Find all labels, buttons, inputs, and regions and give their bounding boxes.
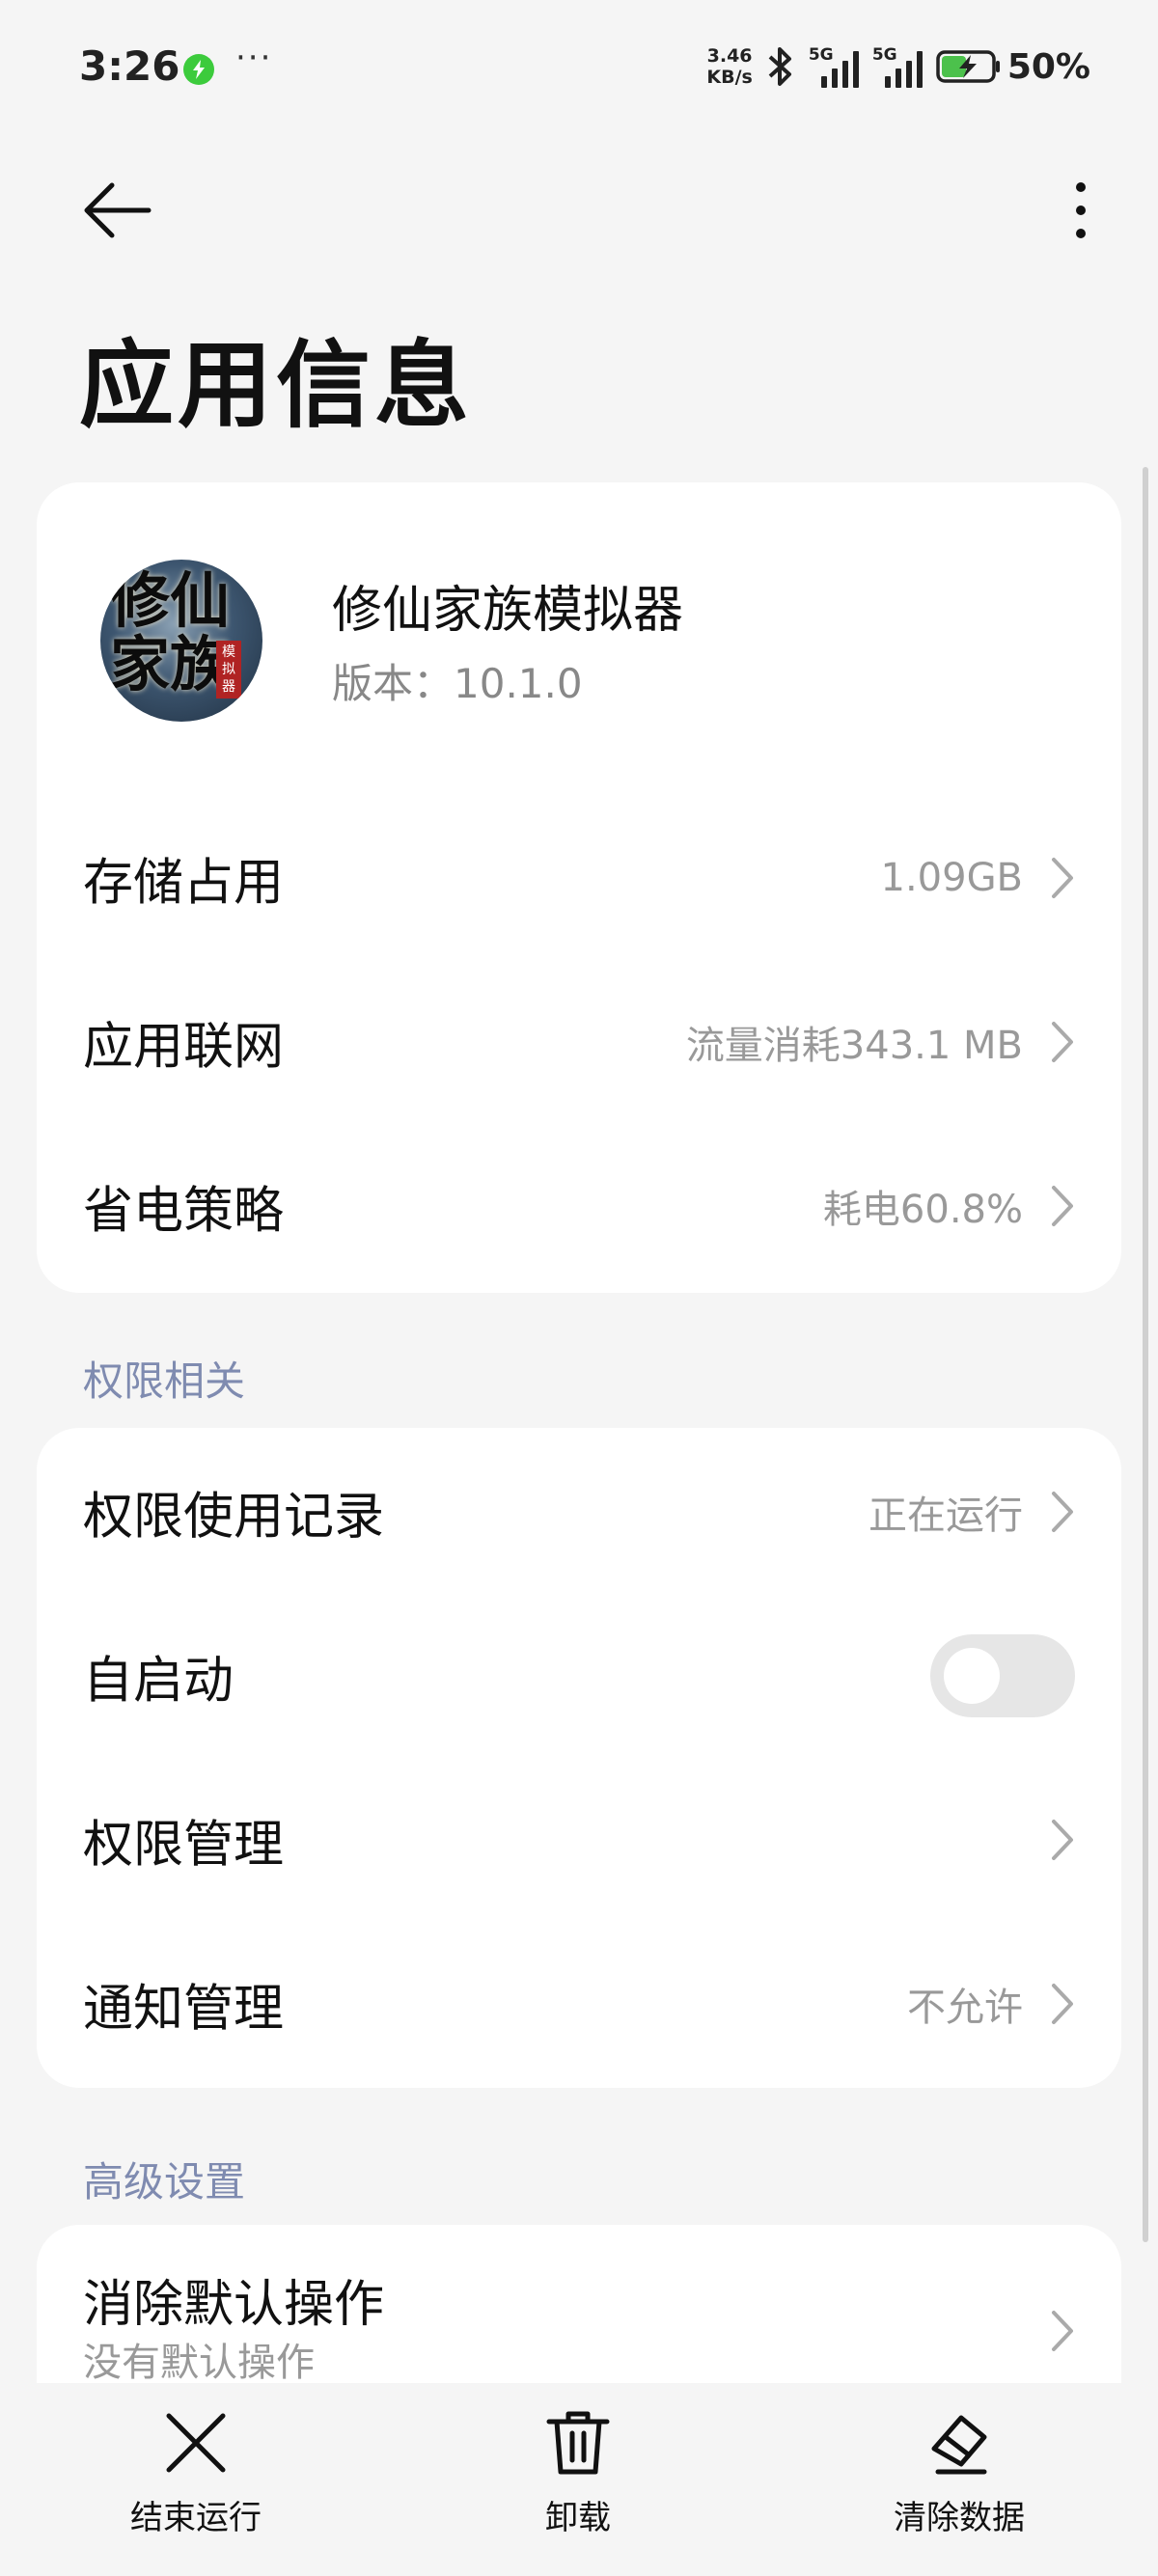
row-label: 省电策略 bbox=[83, 1182, 285, 1241]
trash-icon bbox=[546, 2411, 610, 2475]
network-speed-value: 3.46 bbox=[706, 45, 753, 67]
signal-icon: 5G bbox=[809, 45, 859, 88]
row-value: 耗电60.8% bbox=[822, 1188, 1023, 1232]
more-notifications-icon: ··· bbox=[235, 39, 273, 77]
app-header: 修仙家族 模拟器 修仙家族模拟器 版本：10.1.0 bbox=[37, 482, 1121, 801]
permission-management-row[interactable]: 权限管理 bbox=[37, 1758, 1121, 1922]
row-label: 权限使用记录 bbox=[83, 1488, 385, 1547]
app-version: 版本：10.1.0 bbox=[332, 660, 583, 707]
permission-usage-row[interactable]: 权限使用记录 正在运行 bbox=[37, 1430, 1121, 1594]
back-arrow-icon bbox=[84, 182, 152, 238]
autostart-toggle[interactable] bbox=[930, 1634, 1075, 1717]
status-bar: 3:26 ··· 3.46 KB/s 5G 5G 50% bbox=[0, 0, 1158, 145]
bluetooth-icon bbox=[768, 47, 791, 86]
status-time: 3:26 bbox=[79, 42, 180, 90]
clear-data-label: 清除数据 bbox=[894, 2499, 1025, 2537]
close-icon bbox=[166, 2413, 226, 2473]
notification-management-row[interactable]: 通知管理 不允许 bbox=[37, 1922, 1121, 2086]
autostart-row: 自启动 bbox=[37, 1594, 1121, 1758]
network-speed: 3.46 KB/s bbox=[706, 45, 752, 88]
page-title: 应用信息 bbox=[79, 331, 474, 441]
sim2-network-tag: 5G bbox=[871, 45, 897, 65]
back-button[interactable] bbox=[79, 179, 152, 241]
chevron-right-icon bbox=[1052, 1022, 1073, 1062]
row-label: 存储占用 bbox=[83, 854, 285, 913]
chevron-right-icon bbox=[1052, 858, 1073, 898]
row-value: 流量消耗343.1 MB bbox=[685, 1024, 1023, 1068]
status-icons: 3.46 KB/s 5G 5G 50% bbox=[706, 42, 1090, 91]
row-label: 自启动 bbox=[83, 1652, 234, 1711]
app-icon: 修仙家族 模拟器 bbox=[100, 560, 262, 722]
chevron-right-icon bbox=[1052, 1820, 1073, 1860]
eraser-icon bbox=[931, 2415, 987, 2475]
chevron-right-icon bbox=[1052, 1186, 1073, 1226]
clear-data-button[interactable]: 清除数据 bbox=[853, 2408, 1065, 2553]
charging-app-icon bbox=[183, 54, 214, 85]
chevron-right-icon bbox=[1052, 1984, 1073, 2024]
permissions-card: 权限使用记录 正在运行 自启动 权限管理 通知管理 不允许 bbox=[37, 1428, 1121, 2088]
more-vertical-icon bbox=[1076, 182, 1086, 238]
bottom-action-bar: 结束运行 卸载 清除数据 bbox=[0, 2383, 1158, 2576]
more-options-button[interactable] bbox=[1062, 179, 1100, 241]
chevron-right-icon bbox=[1052, 1492, 1073, 1532]
uninstall-button[interactable]: 卸载 bbox=[472, 2408, 684, 2553]
app-icon-seal: 模拟器 bbox=[216, 641, 241, 699]
force-stop-button[interactable]: 结束运行 bbox=[90, 2408, 302, 2553]
row-subtitle: 没有默认操作 bbox=[83, 2341, 315, 2385]
uninstall-label: 卸载 bbox=[545, 2499, 611, 2537]
storage-row[interactable]: 存储占用 1.09GB bbox=[37, 796, 1121, 960]
sim1-network-tag: 5G bbox=[808, 45, 834, 65]
battery-charging-icon bbox=[936, 50, 1000, 83]
row-value: 1.09GB bbox=[880, 856, 1024, 900]
app-info-card: 修仙家族 模拟器 修仙家族模拟器 版本：10.1.0 存储占用 1.09GB 应… bbox=[37, 482, 1121, 1293]
network-speed-unit: KB/s bbox=[706, 67, 753, 88]
power-saving-row[interactable]: 省电策略 耗电60.8% bbox=[37, 1124, 1121, 1288]
force-stop-label: 结束运行 bbox=[130, 2499, 262, 2537]
network-row[interactable]: 应用联网 流量消耗343.1 MB bbox=[37, 960, 1121, 1124]
row-value: 正在运行 bbox=[868, 1494, 1023, 1538]
row-label: 消除默认操作 bbox=[83, 2276, 385, 2334]
battery-indicator: 50% bbox=[936, 47, 1090, 87]
advanced-section-title: 高级设置 bbox=[83, 2158, 246, 2206]
row-label: 通知管理 bbox=[83, 1980, 285, 2039]
toggle-knob bbox=[944, 1648, 1000, 1704]
signal-icon: 5G bbox=[872, 45, 923, 88]
app-name: 修仙家族模拟器 bbox=[332, 582, 684, 640]
battery-percentage: 50% bbox=[1006, 46, 1090, 87]
permissions-section-title: 权限相关 bbox=[83, 1357, 246, 1405]
scrollbar[interactable] bbox=[1143, 467, 1148, 2242]
chevron-right-icon bbox=[1052, 2311, 1073, 2351]
row-label: 权限管理 bbox=[83, 1816, 285, 1875]
row-label: 应用联网 bbox=[83, 1018, 285, 1077]
row-value: 不允许 bbox=[907, 1986, 1023, 2030]
